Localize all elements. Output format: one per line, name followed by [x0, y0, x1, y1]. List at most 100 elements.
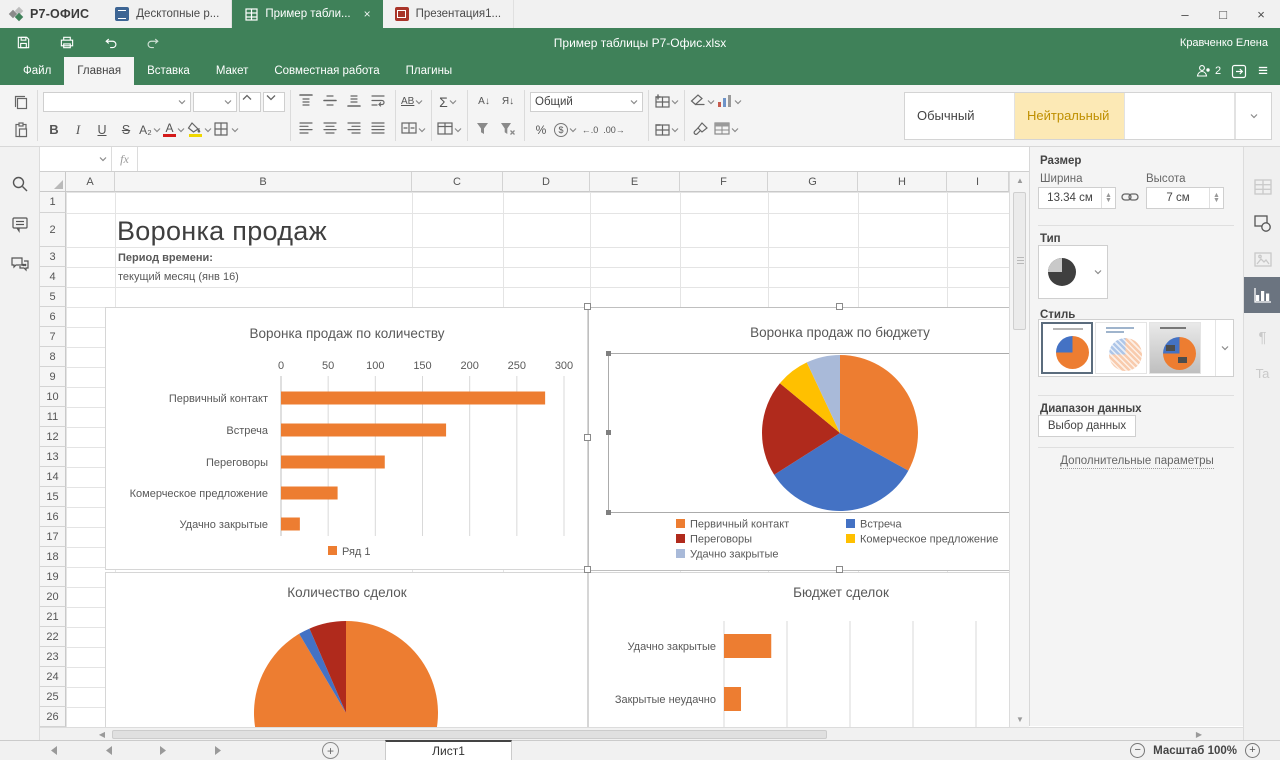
chat-button[interactable]	[10, 256, 30, 276]
resize-handle-middle-left[interactable]	[584, 434, 591, 441]
subscript-button[interactable]: A₂	[139, 119, 161, 141]
row-header-16[interactable]: 16	[40, 507, 66, 527]
underline-button[interactable]: U	[91, 119, 113, 141]
fill-color-button[interactable]	[187, 119, 212, 141]
increase-font-button[interactable]	[239, 92, 261, 112]
chart-sales-funnel-by-quantity[interactable]: Воронка продаж по количеству050100150200…	[105, 307, 588, 570]
copy-button[interactable]	[10, 91, 32, 113]
font-size-select[interactable]	[193, 92, 237, 112]
paste-button[interactable]	[10, 119, 32, 141]
scroll-left-icon[interactable]: ◀	[95, 729, 109, 740]
italic-button[interactable]: I	[67, 119, 89, 141]
scroll-right-icon[interactable]: ▶	[1192, 729, 1206, 740]
maximize-button[interactable]: □	[1204, 0, 1242, 28]
width-input[interactable]: 13.34 см ▲▼	[1038, 187, 1116, 209]
column-header-D[interactable]: D	[503, 172, 590, 192]
column-header-G[interactable]: G	[768, 172, 858, 192]
vertical-scrollbar[interactable]: ▲ ▼	[1009, 172, 1029, 727]
format-as-table-button[interactable]	[714, 119, 739, 141]
font-name-select[interactable]	[43, 92, 191, 112]
font-color-button[interactable]: A	[163, 119, 185, 141]
autosum-button[interactable]: Σ	[437, 91, 459, 113]
column-header-F[interactable]: F	[680, 172, 768, 192]
strikethrough-button[interactable]: S	[115, 119, 137, 141]
conditional-format-button[interactable]	[717, 91, 742, 113]
minimize-button[interactable]: –	[1166, 0, 1204, 28]
horizontal-scroll-thumb[interactable]	[112, 730, 827, 739]
next-sheet-button[interactable]	[150, 742, 178, 760]
zoom-out-button[interactable]: −	[1130, 743, 1145, 758]
scroll-down-icon[interactable]: ▼	[1010, 713, 1030, 725]
row-header-12[interactable]: 12	[40, 427, 66, 447]
cell-style-normal[interactable]: Обычный	[905, 93, 1015, 139]
column-header-C[interactable]: C	[412, 172, 503, 192]
text-art-settings-button[interactable]: Ta	[1244, 355, 1280, 391]
zoom-in-button[interactable]: +	[1245, 743, 1260, 758]
row-header-25[interactable]: 25	[40, 687, 66, 707]
row-header-7[interactable]: 7	[40, 327, 66, 347]
row-header-15[interactable]: 15	[40, 487, 66, 507]
height-spinner[interactable]: ▲▼	[1209, 188, 1223, 208]
first-sheet-button[interactable]	[38, 742, 66, 760]
currency-style-button[interactable]: $	[554, 119, 577, 141]
menu-insert[interactable]: Вставка	[134, 57, 203, 85]
clear-button[interactable]	[690, 91, 715, 113]
chart-deals-count[interactable]: Количество сделок	[105, 572, 588, 727]
number-format-select[interactable]: Общий	[530, 92, 643, 112]
named-ranges-button[interactable]	[437, 119, 462, 141]
collaborators-button[interactable]: 2	[1196, 64, 1221, 78]
prev-sheet-button[interactable]	[94, 742, 122, 760]
resize-handle-bottom-left[interactable]	[584, 566, 591, 573]
decrease-decimal-button[interactable]: ←.0	[579, 119, 601, 141]
valign-middle-button[interactable]	[320, 91, 342, 113]
clear-filter-button[interactable]	[497, 119, 519, 141]
share-button[interactable]	[1231, 64, 1248, 79]
row-header-23[interactable]: 23	[40, 647, 66, 667]
image-settings-button[interactable]	[1244, 241, 1280, 277]
menu-plugins[interactable]: Плагины	[393, 57, 466, 85]
row-header-2[interactable]: 2	[40, 213, 66, 247]
vertical-scroll-thumb[interactable]	[1013, 192, 1026, 330]
resize-handle-top-left[interactable]	[584, 303, 591, 310]
filter-button[interactable]	[473, 119, 495, 141]
hamburger-menu-button[interactable]: ≡	[1258, 61, 1268, 81]
row-header-4[interactable]: 4	[40, 267, 66, 287]
row-header-3[interactable]: 3	[40, 247, 66, 267]
row-header-26[interactable]: 26	[40, 707, 66, 727]
link-dimensions-icon[interactable]	[1121, 191, 1139, 206]
print-button[interactable]	[52, 31, 82, 55]
chart-sales-funnel-by-budget[interactable]: Воронка продаж по бюджетуПервичный конта…	[588, 307, 1009, 570]
bold-button[interactable]: B	[43, 119, 65, 141]
cell-settings-button[interactable]	[1244, 169, 1280, 205]
plot-handle-middle-left[interactable]	[606, 430, 611, 435]
column-header-B[interactable]: B	[115, 172, 412, 192]
row-header-13[interactable]: 13	[40, 447, 66, 467]
resize-handle-top-middle[interactable]	[836, 303, 843, 310]
percent-style-button[interactable]: %	[530, 119, 552, 141]
column-header-I[interactable]: I	[947, 172, 1009, 192]
style-gallery-more-button[interactable]	[1235, 93, 1271, 139]
last-sheet-button[interactable]	[206, 742, 234, 760]
menu-layout[interactable]: Макет	[203, 57, 262, 85]
select-all-corner[interactable]	[40, 172, 66, 192]
menu-collaboration[interactable]: Совместная работа	[261, 57, 392, 85]
name-box[interactable]	[40, 147, 112, 171]
align-right-button[interactable]	[344, 119, 366, 141]
align-justify-button[interactable]	[368, 119, 390, 141]
doc-tab-spreadsheet[interactable]: Пример табли... ×	[232, 0, 382, 28]
doc-tab-presentation[interactable]: Презентация1...	[383, 0, 514, 28]
chart-style-3[interactable]	[1149, 322, 1201, 374]
doc-tab-desktop[interactable]: Десктопные р...	[103, 0, 232, 28]
plot-handle-bottom-left[interactable]	[606, 510, 611, 515]
column-header-A[interactable]: A	[66, 172, 115, 192]
paragraph-settings-button[interactable]: ¶	[1244, 319, 1280, 355]
align-center-button[interactable]	[320, 119, 342, 141]
chart-settings-button[interactable]	[1244, 277, 1280, 313]
save-button[interactable]	[8, 31, 38, 55]
valign-bottom-button[interactable]	[344, 91, 366, 113]
scroll-up-icon[interactable]: ▲	[1010, 174, 1030, 186]
increase-decimal-button[interactable]: .00→	[603, 119, 625, 141]
align-left-button[interactable]	[296, 119, 318, 141]
plot-handle-top-left[interactable]	[606, 351, 611, 356]
chart-style-1[interactable]	[1041, 322, 1093, 374]
